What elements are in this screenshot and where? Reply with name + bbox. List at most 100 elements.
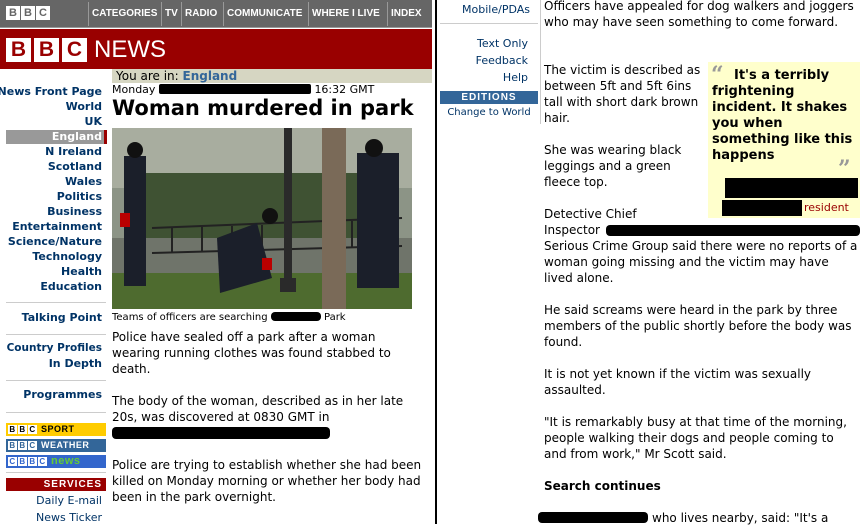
divider: [6, 412, 106, 413]
logo-letter: B: [18, 457, 27, 466]
sidebar-item-wales[interactable]: Wales: [65, 174, 102, 189]
article-paragraph: It is not yet known if the victim was se…: [544, 367, 812, 397]
sidebar-item-politics[interactable]: Politics: [57, 189, 102, 204]
logo-letter: C: [8, 457, 17, 466]
logo-letter: B: [21, 6, 35, 20]
redacted-text: [725, 178, 858, 198]
redacted-text: [606, 225, 860, 236]
article-paragraph: Serious Crime Group said there were no r…: [544, 239, 858, 285]
nav-divider: [161, 2, 162, 26]
sidebar-item-technology[interactable]: Technology: [32, 249, 102, 264]
selected-marker: [104, 130, 107, 144]
news-photo: [112, 128, 412, 309]
bbc-sport-link[interactable]: BBC SPORT: [6, 423, 106, 436]
breadcrumb-prefix: You are in:: [116, 69, 183, 83]
bbc-weather-link[interactable]: BBC WEATHER: [6, 439, 106, 452]
sidebar-item-world[interactable]: World: [66, 99, 102, 114]
breadcrumb-england-link[interactable]: England: [183, 69, 238, 83]
help-link[interactable]: Help: [440, 70, 528, 85]
services-header: SERVICES: [6, 478, 106, 491]
bbc-logo[interactable]: B B C: [6, 38, 87, 62]
caption-park: Park: [323, 312, 346, 323]
subheading: Search continues: [544, 479, 661, 493]
sidebar-item-business[interactable]: Business: [47, 204, 102, 219]
logo-letter: C: [38, 457, 47, 466]
caption-text: Teams of officers are searching: [112, 312, 268, 323]
article-paragraph: Officers have appealed for dog walkers a…: [544, 0, 854, 29]
logo-letter: B: [8, 441, 17, 450]
logo-letter: B: [6, 6, 20, 20]
redacted-date: [158, 84, 311, 94]
divider: [6, 302, 106, 303]
bbc-sport-label: SPORT: [41, 424, 75, 434]
feedback-link[interactable]: Feedback: [440, 53, 528, 68]
quote-attribution: resident: [804, 201, 849, 214]
redacted-text: [722, 200, 802, 216]
article-paragraph: Police have sealed off a park after a wo…: [112, 330, 391, 376]
editions-header: EDITIONS: [440, 91, 538, 104]
daily-email-link[interactable]: Daily E-mail: [36, 493, 102, 508]
logo-letter: B: [8, 425, 17, 434]
article-paragraph: The victim is described as between 5ft a…: [544, 63, 701, 125]
divider: [440, 23, 538, 24]
logo-letter: B: [18, 425, 27, 434]
cbbc-news-label: news: [51, 455, 81, 467]
redacted-text: [112, 427, 330, 439]
redacted-text: [270, 312, 321, 321]
divider: [540, 0, 541, 124]
nav-tv[interactable]: TV: [165, 0, 178, 28]
nav-radio[interactable]: RADIO: [185, 0, 217, 28]
column-divider: [435, 0, 437, 524]
logo-letter: C: [36, 6, 50, 20]
nav-divider: [223, 2, 224, 26]
sidebar-item-n-ireland[interactable]: N Ireland: [45, 144, 102, 159]
logo-letter: C: [28, 441, 37, 450]
sidebar-item-programmes[interactable]: Programmes: [23, 387, 102, 402]
sidebar-item-talking-point[interactable]: Talking Point: [22, 310, 102, 325]
change-to-world-link[interactable]: Change to World: [440, 106, 538, 120]
nav-index[interactable]: INDEX: [391, 0, 422, 28]
nav-communicate[interactable]: COMMUNICATE: [227, 0, 302, 28]
sidebar-item-uk[interactable]: UK: [85, 114, 102, 129]
sidebar-item-science-nature[interactable]: Science/Nature: [8, 234, 102, 249]
news-ticker-link[interactable]: News Ticker: [36, 510, 102, 525]
article-paragraph: She was wearing black leggings and a gre…: [544, 143, 682, 189]
photo-police-search: [112, 128, 412, 309]
page-title: Woman murdered in park: [112, 96, 414, 120]
divider: [6, 472, 106, 473]
close-quote-icon: ”: [838, 156, 851, 182]
cbbc-news-link[interactable]: CBBC news: [6, 455, 106, 468]
bbc-weather-label: WEATHER: [41, 440, 90, 450]
sidebar-item-news-front-page[interactable]: News Front Page: [0, 84, 102, 99]
logo-letter: B: [34, 38, 59, 62]
logo-letter: C: [28, 425, 37, 434]
logo-letter: B: [6, 38, 31, 62]
news-wordmark[interactable]: NEWS: [94, 36, 166, 64]
article-paragraph: Police are trying to establish whether s…: [112, 458, 422, 504]
pull-quote: “ It's a terribly frightening incident. …: [708, 62, 860, 218]
photo-caption: Teams of officers are searching Park: [112, 312, 346, 324]
article-paragraph: He said screams were heard in the park b…: [544, 303, 852, 349]
sidebar-item-entertainment[interactable]: Entertainment: [12, 219, 102, 234]
nav-divider: [181, 2, 182, 26]
sidebar-item-in-depth[interactable]: In Depth: [49, 356, 102, 371]
breadcrumb: You are in: England: [112, 69, 432, 83]
quote-text: It's a terribly frightening incident. It…: [712, 68, 853, 163]
article-paragraph: "It is remarkably busy at that time of t…: [544, 415, 847, 461]
sidebar-item-england[interactable]: England: [6, 130, 104, 144]
sidebar-item-education[interactable]: Education: [40, 279, 102, 294]
sidebar-item-health[interactable]: Health: [61, 264, 102, 279]
text-only-link[interactable]: Text Only: [440, 36, 528, 51]
bbc-small-logo[interactable]: B B C: [6, 6, 50, 20]
divider: [6, 334, 106, 335]
article-text: Inspector: [544, 223, 600, 237]
nav-where-i-live[interactable]: WHERE I LIVE: [312, 0, 380, 28]
nav-divider: [387, 2, 388, 26]
divider: [6, 380, 106, 381]
sidebar-item-scotland[interactable]: Scotland: [48, 159, 102, 174]
nav-divider: [308, 2, 309, 26]
sidebar-item-country-profiles[interactable]: Country Profiles: [7, 341, 102, 356]
logo-letter: B: [28, 457, 37, 466]
nav-categories[interactable]: CATEGORIES: [92, 0, 157, 28]
mobile-pdas-link[interactable]: Mobile/PDAs: [440, 2, 530, 17]
